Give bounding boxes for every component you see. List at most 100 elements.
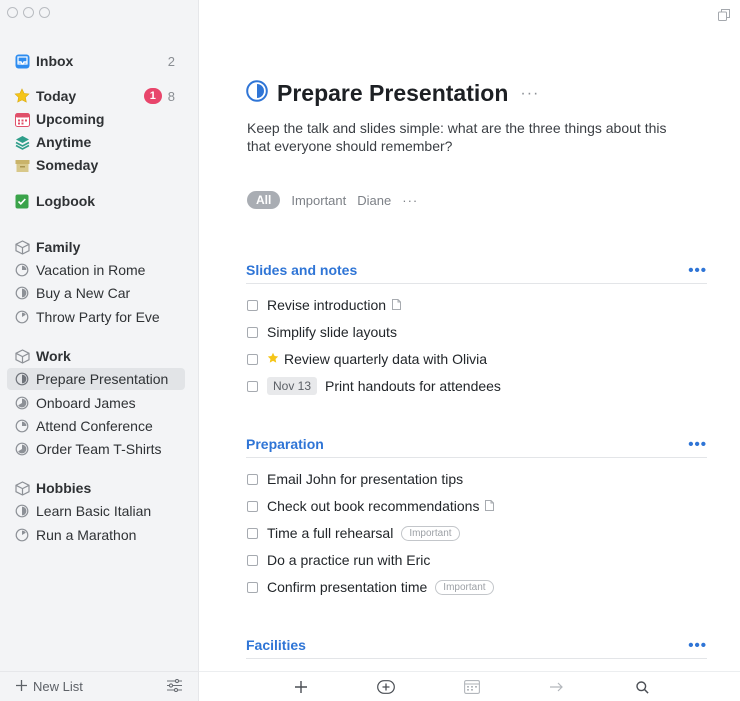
todo-checkbox[interactable]	[247, 554, 258, 566]
sidebar-area-work[interactable]: Work	[7, 345, 185, 367]
sidebar-project-prepare-presentation[interactable]: Prepare Presentation	[7, 368, 185, 390]
sidebar-item-today[interactable]: Today 1 8	[7, 85, 185, 107]
todo-item: Do a practice run with Eric	[247, 549, 430, 571]
sidebar-project-buy-a-new-car[interactable]: Buy a New Car	[7, 282, 185, 304]
progress-pie-icon	[14, 395, 30, 411]
todo-title[interactable]: Email John for presentation tips	[267, 471, 463, 487]
sidebar-item-label: Someday	[36, 157, 99, 173]
sidebar-area-label: Work	[36, 348, 71, 364]
section-heading-label[interactable]: Facilities	[246, 637, 306, 653]
section-more-button[interactable]: •••	[688, 262, 707, 279]
sidebar-project-label: Prepare Presentation	[36, 371, 169, 387]
todo-checkbox[interactable]	[247, 326, 258, 338]
progress-pie-icon	[14, 262, 30, 278]
section-heading-preparation: Preparation •••	[246, 431, 707, 458]
section-heading-label[interactable]: Preparation	[246, 436, 324, 452]
section-heading-label[interactable]: Slides and notes	[246, 262, 357, 278]
sidebar-area-hobbies[interactable]: Hobbies	[7, 477, 185, 499]
calendar-icon[interactable]	[462, 678, 482, 696]
todo-title[interactable]: Time a full rehearsal	[267, 525, 393, 541]
cube-icon	[14, 348, 30, 364]
sidebar-project-label: Run a Marathon	[36, 527, 137, 543]
todo-title[interactable]: Print handouts for attendees	[325, 378, 501, 394]
todo-title[interactable]: Check out book recommendations	[267, 498, 479, 514]
sidebar-project-label: Vacation in Rome	[36, 262, 146, 278]
zoom-window-button[interactable]	[39, 7, 50, 18]
new-list-button[interactable]: New List	[16, 679, 83, 694]
todo-title[interactable]: Do a practice run with Eric	[267, 552, 430, 568]
sidebar-item-anytime[interactable]: Anytime	[7, 131, 185, 153]
bottom-toolbar	[199, 671, 740, 701]
todo-title[interactable]: Review quarterly data with Olivia	[284, 351, 487, 367]
sidebar-project-order-team-t-shirts[interactable]: Order Team T-Shirts	[7, 438, 185, 460]
sidebar-project-label: Order Team T-Shirts	[36, 441, 162, 457]
progress-pie-icon	[14, 371, 30, 387]
todo-item: Review quarterly data with Olivia	[247, 348, 487, 370]
project-more-button[interactable]: ···	[520, 85, 539, 103]
sidebar-project-learn-basic-italian[interactable]: Learn Basic Italian	[7, 500, 185, 522]
tag-filter-bar: All Important Diane ···	[247, 191, 418, 209]
settings-sliders-icon[interactable]	[167, 678, 182, 695]
sidebar-project-run-a-marathon[interactable]: Run a Marathon	[7, 524, 185, 546]
progress-pie-icon	[14, 503, 30, 519]
sidebar-item-label: Logbook	[36, 193, 96, 209]
todo-item: Nov 13 Print handouts for attendees	[247, 375, 501, 397]
progress-pie-icon	[14, 285, 30, 301]
project-notes[interactable]: Keep the talk and slides simple: what ar…	[247, 119, 687, 155]
sidebar-item-upcoming[interactable]: Upcoming	[7, 108, 185, 130]
todo-checkbox[interactable]	[247, 527, 258, 539]
sidebar-item-label: Today	[36, 88, 77, 104]
todo-checkbox[interactable]	[247, 581, 258, 593]
section-heading-slides-and-notes: Slides and notes •••	[246, 257, 707, 284]
tag-filter-diane[interactable]: Diane	[357, 193, 391, 208]
add-heading-icon[interactable]	[376, 678, 396, 696]
todo-item: Check out book recommendations	[247, 495, 495, 517]
sidebar-item-inbox[interactable]: Inbox 2	[7, 50, 185, 72]
page-title[interactable]: Prepare Presentation	[277, 80, 508, 107]
sidebar-area-label: Family	[36, 239, 81, 255]
tag-filter-more[interactable]: ···	[402, 193, 418, 208]
progress-pie-icon	[246, 80, 268, 107]
note-icon	[392, 297, 402, 313]
add-todo-icon[interactable]	[291, 678, 311, 696]
sidebar-item-someday[interactable]: Someday	[7, 154, 185, 176]
todo-checkbox[interactable]	[247, 473, 258, 485]
todo-checkbox[interactable]	[247, 380, 258, 392]
today-count: 8	[167, 88, 175, 104]
sidebar-area-family[interactable]: Family	[7, 236, 185, 258]
close-window-button[interactable]	[7, 7, 18, 18]
section-more-button[interactable]: •••	[688, 436, 707, 453]
tag-filter-important[interactable]: Important	[291, 193, 346, 208]
plus-icon	[16, 679, 27, 694]
section-heading-facilities: Facilities •••	[246, 632, 707, 659]
todo-title[interactable]: Confirm presentation time	[267, 579, 427, 595]
section-more-button[interactable]: •••	[688, 637, 707, 654]
todo-title[interactable]: Simplify slide layouts	[267, 324, 397, 340]
sidebar-area-label: Hobbies	[36, 480, 92, 496]
calendar-icon	[14, 111, 30, 127]
sidebar-project-attend-conference[interactable]: Attend Conference	[7, 415, 185, 437]
project-header: Prepare Presentation ···	[246, 80, 539, 107]
progress-pie-icon	[14, 527, 30, 543]
sidebar: Inbox 2 Today 1 8 Upcoming Anytime Somed…	[0, 0, 199, 701]
duplicate-window-icon[interactable]	[718, 8, 730, 26]
todo-item: Time a full rehearsal Important	[247, 522, 460, 544]
todo-checkbox[interactable]	[247, 353, 258, 365]
logbook-icon	[14, 193, 30, 209]
sidebar-project-throw-party-for-eve[interactable]: Throw Party for Eve	[7, 306, 185, 328]
todo-checkbox[interactable]	[247, 299, 258, 311]
arrow-right-icon[interactable]	[547, 678, 567, 696]
tag-filter-all[interactable]: All	[247, 191, 281, 209]
todo-title[interactable]: Revise introduction	[267, 297, 386, 313]
search-icon[interactable]	[632, 678, 652, 696]
sidebar-project-onboard-james[interactable]: Onboard James	[7, 392, 185, 414]
sidebar-item-logbook[interactable]: Logbook	[7, 190, 185, 212]
progress-pie-icon	[14, 441, 30, 457]
todo-checkbox[interactable]	[247, 500, 258, 512]
cube-icon	[14, 239, 30, 255]
sidebar-project-vacation-in-rome[interactable]: Vacation in Rome	[7, 259, 185, 281]
deadline-date-pill: Nov 13	[267, 377, 318, 395]
minimize-window-button[interactable]	[23, 7, 34, 18]
new-list-label: New List	[33, 679, 83, 694]
inbox-icon	[14, 53, 30, 69]
